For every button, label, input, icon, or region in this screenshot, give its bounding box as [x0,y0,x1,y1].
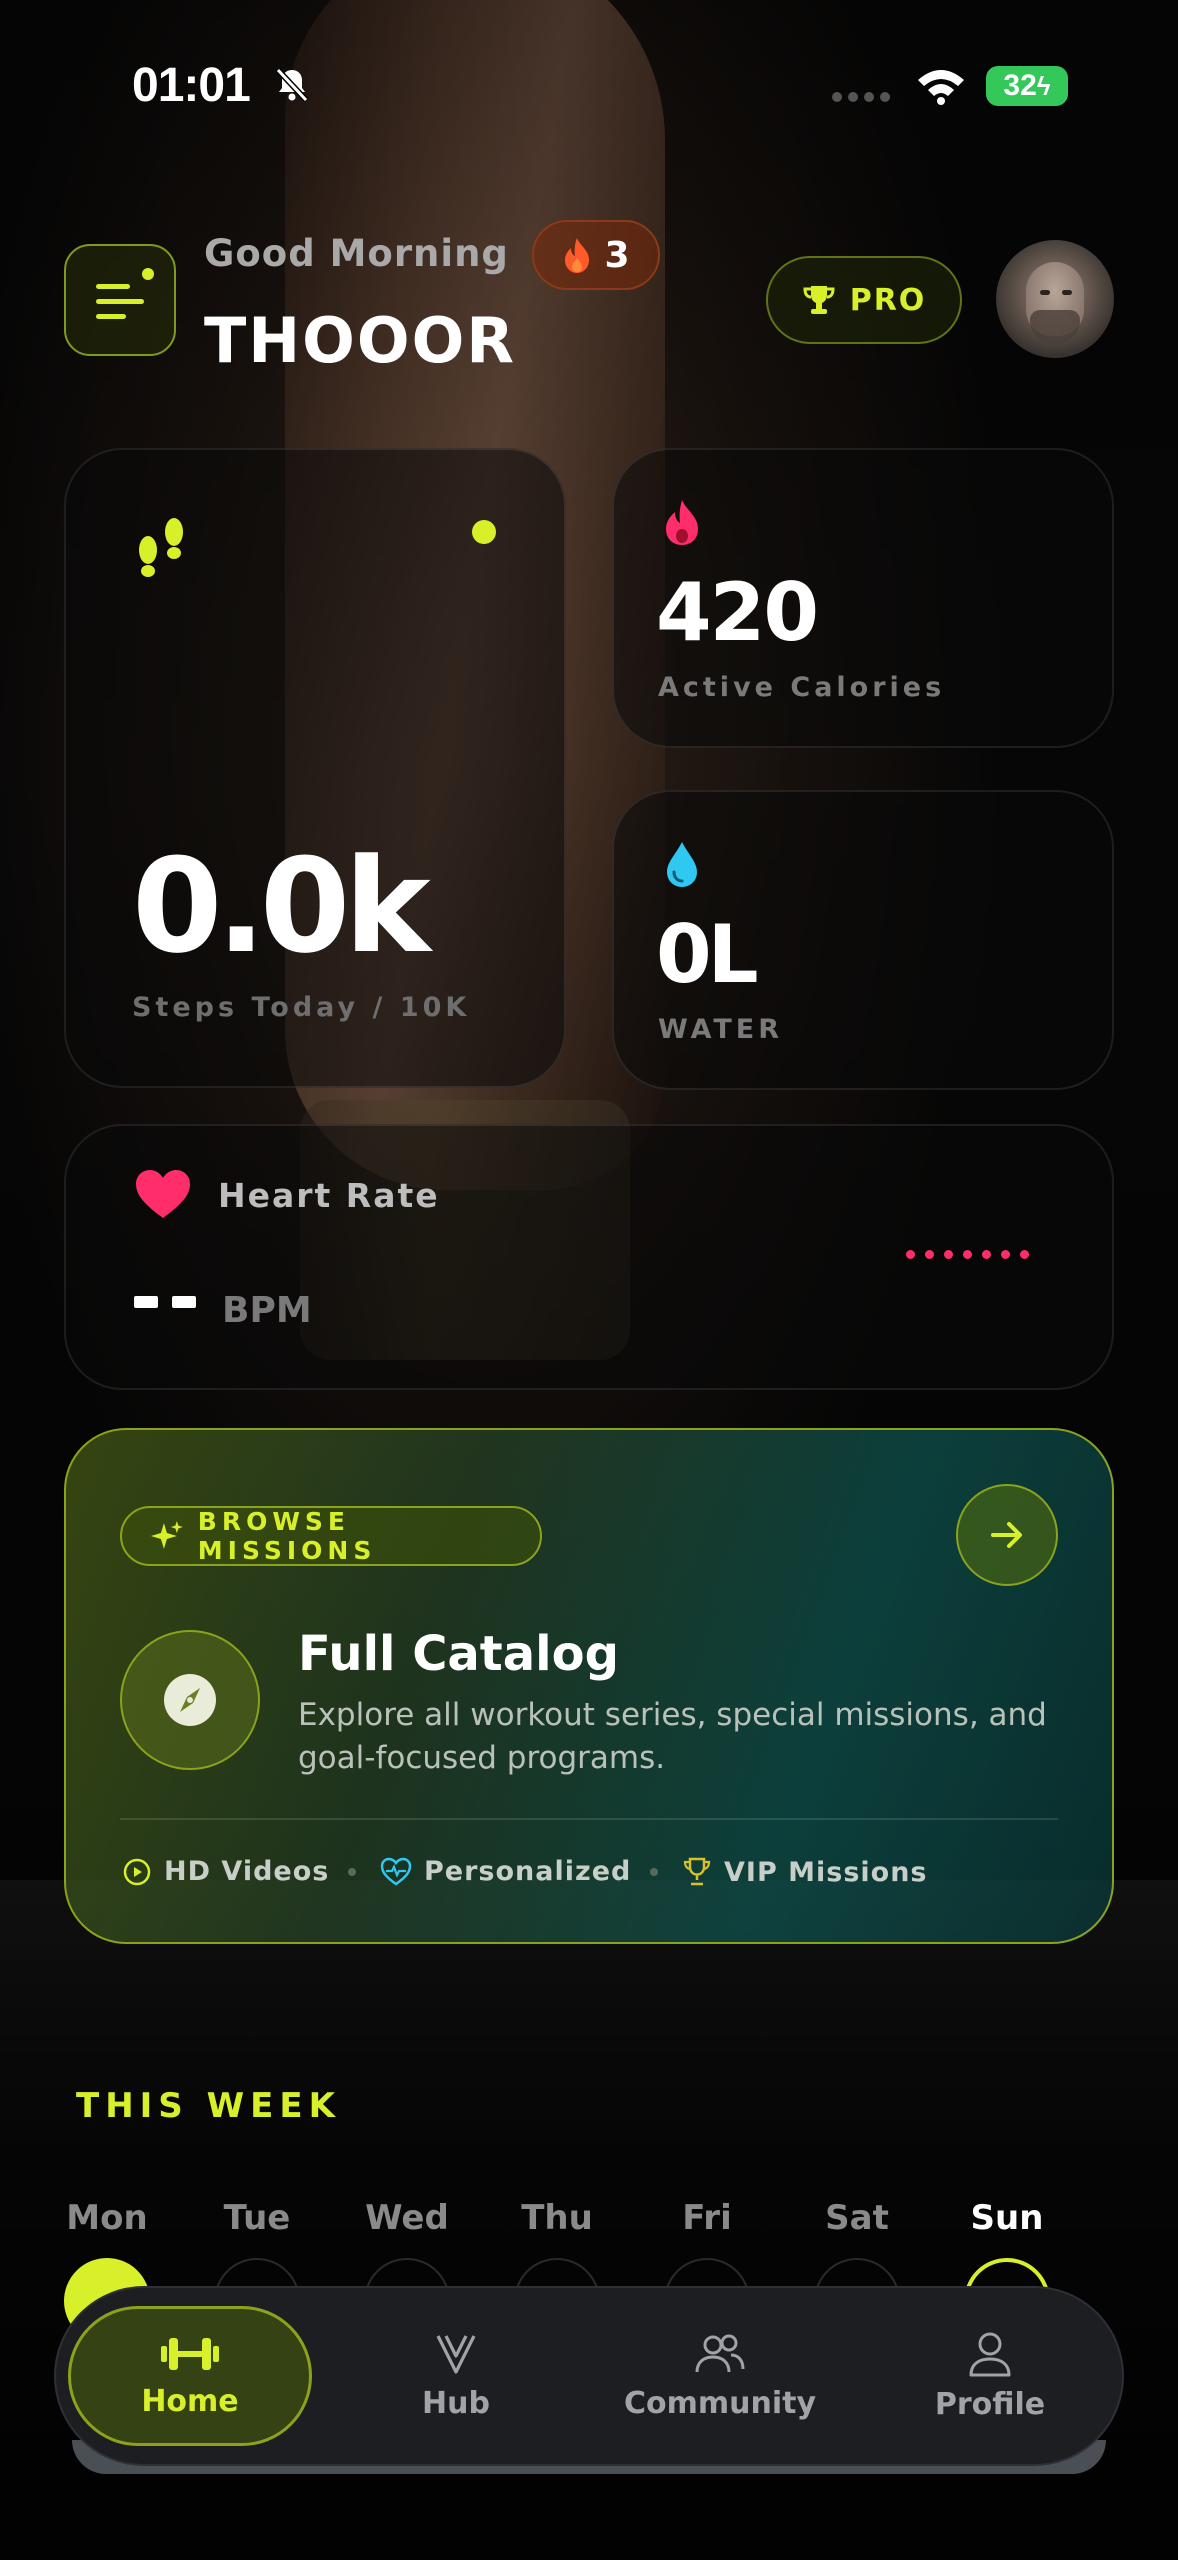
charging-bolt-icon: ϟ [1036,70,1051,101]
arrow-right-icon [991,1522,1022,1548]
feature-label: VIP Missions [724,1856,928,1888]
steps-value: 0.0k [132,830,431,982]
feature-vip-missions: VIP Missions [682,1856,928,1888]
heart-rate-unit: BPM [222,1290,312,1331]
wifi-icon [918,70,964,105]
people-icon [695,2334,745,2372]
bell-slash-icon [275,67,309,103]
compass-badge [120,1630,260,1770]
flame-icon [565,238,590,273]
footprints-icon [139,518,183,577]
feature-label: Personalized [424,1856,632,1887]
water-drop-icon [667,842,697,887]
day-label-tue: Tue [223,2198,291,2238]
heart-pulse-icon [380,1857,412,1886]
catalog-description: Explore all workout series, special miss… [298,1697,1047,1776]
tab-home[interactable]: Home [68,2306,312,2446]
notification-dot [142,268,154,280]
this-week-title: THIS WEEK [76,2086,341,2126]
compass-icon [164,1674,216,1726]
trophy-icon [683,1857,711,1886]
day-label-wed: Wed [365,2198,449,2238]
day-label-sun: Sun [970,2198,1044,2238]
browse-missions-label: BROWSE MISSIONS [197,1507,377,1565]
battery-indicator: 32 ϟ [986,66,1068,106]
separator-dot [348,1868,356,1876]
status-time: 01:01 [132,59,251,112]
catalog-title: Full Catalog [298,1626,619,1682]
feature-label: HD Videos [164,1856,330,1887]
tab-label: Hub [422,2385,490,2421]
separator-dot [650,1868,658,1876]
tab-label: Community [623,2385,817,2421]
calories-value: 420 [656,566,819,659]
browse-missions-arrow-button[interactable] [956,1484,1058,1586]
water-value: 0L [656,908,759,1001]
streak-count: 3 [604,234,630,276]
battery-level: 32 [1003,69,1037,102]
water-label: WATER [658,1014,784,1045]
person-icon [969,2332,1011,2376]
username: THOOOR [204,304,517,377]
trophy-icon [803,286,835,314]
avatar[interactable] [996,240,1114,358]
hub-logo-icon [436,2334,476,2374]
flame-icon [666,500,698,545]
heart-icon [136,1170,190,1218]
heart-rate-wave-dots [906,1250,1029,1259]
menu-button[interactable] [64,244,176,356]
tab-label: Profile [934,2386,1046,2422]
steps-label: Steps Today / 10K [132,992,471,1023]
feature-hd-videos: HD Videos [122,1856,329,1887]
pro-label: PRO [849,282,927,318]
steps-status-dot [472,520,496,544]
browse-missions-pill: BROWSE MISSIONS [120,1506,542,1566]
streak-badge[interactable]: 3 [532,220,660,290]
day-label-sat: Sat [825,2198,889,2238]
calories-label: Active Calories [658,672,946,703]
cellular-signal-icon [832,92,894,102]
divider [120,1818,1058,1820]
tab-community[interactable]: Community [620,2306,820,2446]
sparkles-icon [150,1521,183,1549]
dumbbell-icon [161,2337,219,2370]
feature-personalized: Personalized [380,1856,631,1887]
tab-hub[interactable]: Hub [376,2306,536,2446]
day-label-thu: Thu [521,2198,593,2238]
heart-rate-title: Heart Rate [218,1176,440,1215]
greeting-text: Good Morning [204,232,509,275]
play-circle-icon [123,1858,151,1885]
day-label-fri: Fri [682,2198,732,2238]
day-label-mon: Mon [66,2198,148,2238]
tab-profile[interactable]: Profile [910,2306,1070,2446]
pro-badge[interactable]: PRO [766,256,962,344]
heart-rate-placeholder [134,1296,196,1308]
tab-label: Home [141,2383,239,2419]
